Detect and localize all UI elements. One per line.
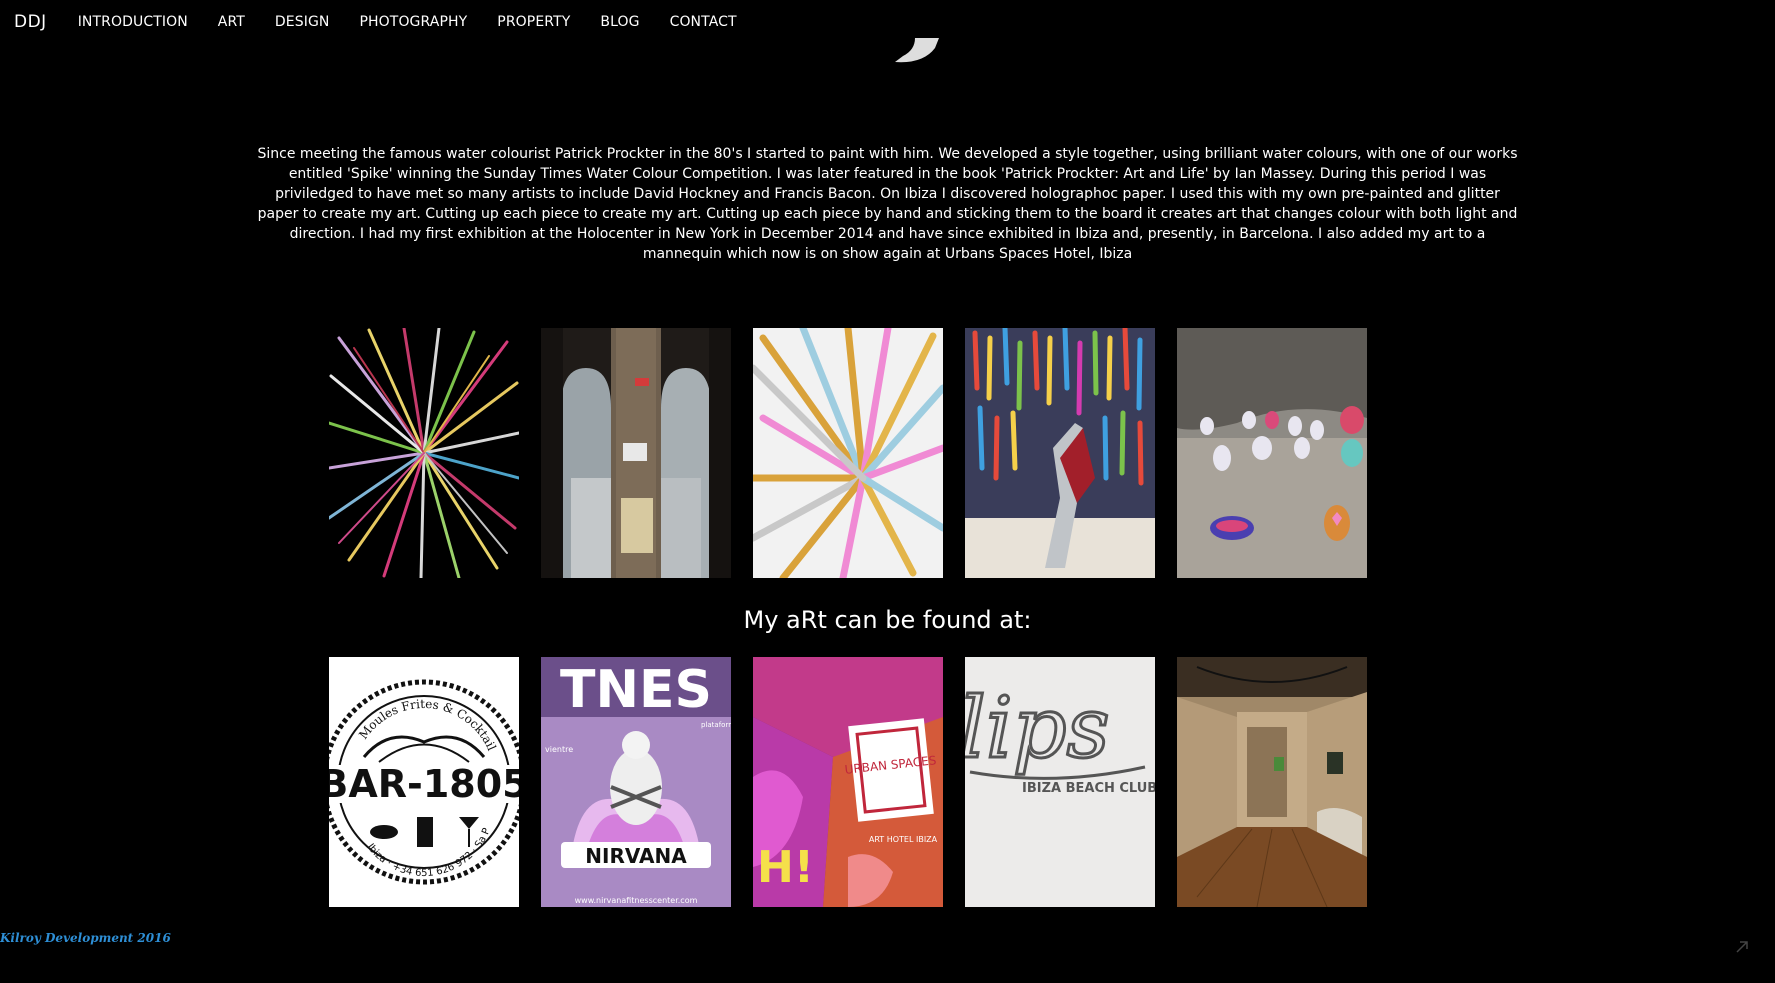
nav-item-blog[interactable]: BLOG (600, 14, 639, 30)
nirvana-big-text: TNES (560, 660, 712, 720)
nav-item-art[interactable]: ART (218, 14, 245, 30)
venue-thumb-urban-spaces[interactable]: H! URBAN SPACES ART HOTEL IBIZA (753, 657, 943, 907)
arrow-icon[interactable] (1735, 940, 1749, 954)
page: DDJ INTRODUCTION ART DESIGN PHOTOGRAPHY … (0, 0, 1775, 983)
bar-1805-logo: Moules Frites & Cocktails BAR-1805 Ibiza… (329, 657, 519, 907)
top-nav: DDJ INTRODUCTION ART DESIGN PHOTOGRAPHY … (0, 0, 1775, 44)
venue-thumb-lips[interactable]: lips IBIZA BEACH CLUB (965, 657, 1155, 907)
artwork-thumb-starburst[interactable] (329, 328, 519, 578)
artwork-thumb-pink-burst[interactable] (753, 328, 943, 578)
bar-1805-name: BAR-1805 (329, 762, 519, 806)
nav-item-property[interactable]: PROPERTY (497, 14, 570, 30)
sculpture-image (965, 328, 1155, 578)
footer-credit-link[interactable]: Kilroy Development 2016 (0, 931, 171, 945)
lips-name: lips (965, 679, 1110, 777)
svg-text:H!: H! (757, 842, 814, 893)
gallery-room-image (1177, 657, 1367, 907)
artwork-thumb-bridge[interactable] (541, 328, 731, 578)
nav-item-photography[interactable]: PHOTOGRAPHY (360, 14, 468, 30)
starburst-image (329, 328, 519, 578)
nav-item-design[interactable]: DESIGN (275, 14, 330, 30)
artwork-thumb-sculpture[interactable] (965, 328, 1155, 578)
nirvana-url: www.nirvanafitnesscenter.com (575, 896, 698, 905)
lips-image: lips IBIZA BEACH CLUB (965, 657, 1155, 907)
nirvana-poster: TNES vientre plataforma POWER maquinas g… (541, 657, 731, 907)
bridge-image (541, 328, 731, 578)
lips-sub: IBIZA BEACH CLUB (1022, 781, 1155, 796)
brand-logo[interactable]: DDJ (14, 12, 47, 32)
stones-image (1177, 328, 1367, 578)
venue-thumb-nirvana[interactable]: TNES vientre plataforma POWER maquinas g… (541, 657, 731, 907)
intro-paragraph: Since meeting the famous water colourist… (257, 146, 1518, 262)
found-at-heading: My aRt can be found at: (743, 606, 1032, 634)
nav-item-contact[interactable]: CONTACT (670, 14, 737, 30)
artwork-thumb-stones[interactable] (1177, 328, 1367, 578)
nirvana-side-left: vientre (545, 745, 573, 754)
pink-burst-image (753, 328, 943, 578)
artwork-gallery (329, 328, 1367, 578)
nirvana-side-right: plataforma POWER maquinas generales (701, 721, 731, 729)
nirvana-name: NIRVANA (585, 844, 687, 868)
venue-gallery: Moules Frites & Cocktails BAR-1805 Ibiza… (329, 657, 1367, 907)
venue-thumb-gallery-room[interactable] (1177, 657, 1367, 907)
nav-item-introduction[interactable]: INTRODUCTION (78, 14, 188, 30)
venue-thumb-bar-1805[interactable]: Moules Frites & Cocktails BAR-1805 Ibiza… (329, 657, 519, 907)
urban-spaces-image: H! URBAN SPACES ART HOTEL IBIZA (753, 657, 943, 907)
urban-spaces-sub: ART HOTEL IBIZA (869, 835, 938, 844)
